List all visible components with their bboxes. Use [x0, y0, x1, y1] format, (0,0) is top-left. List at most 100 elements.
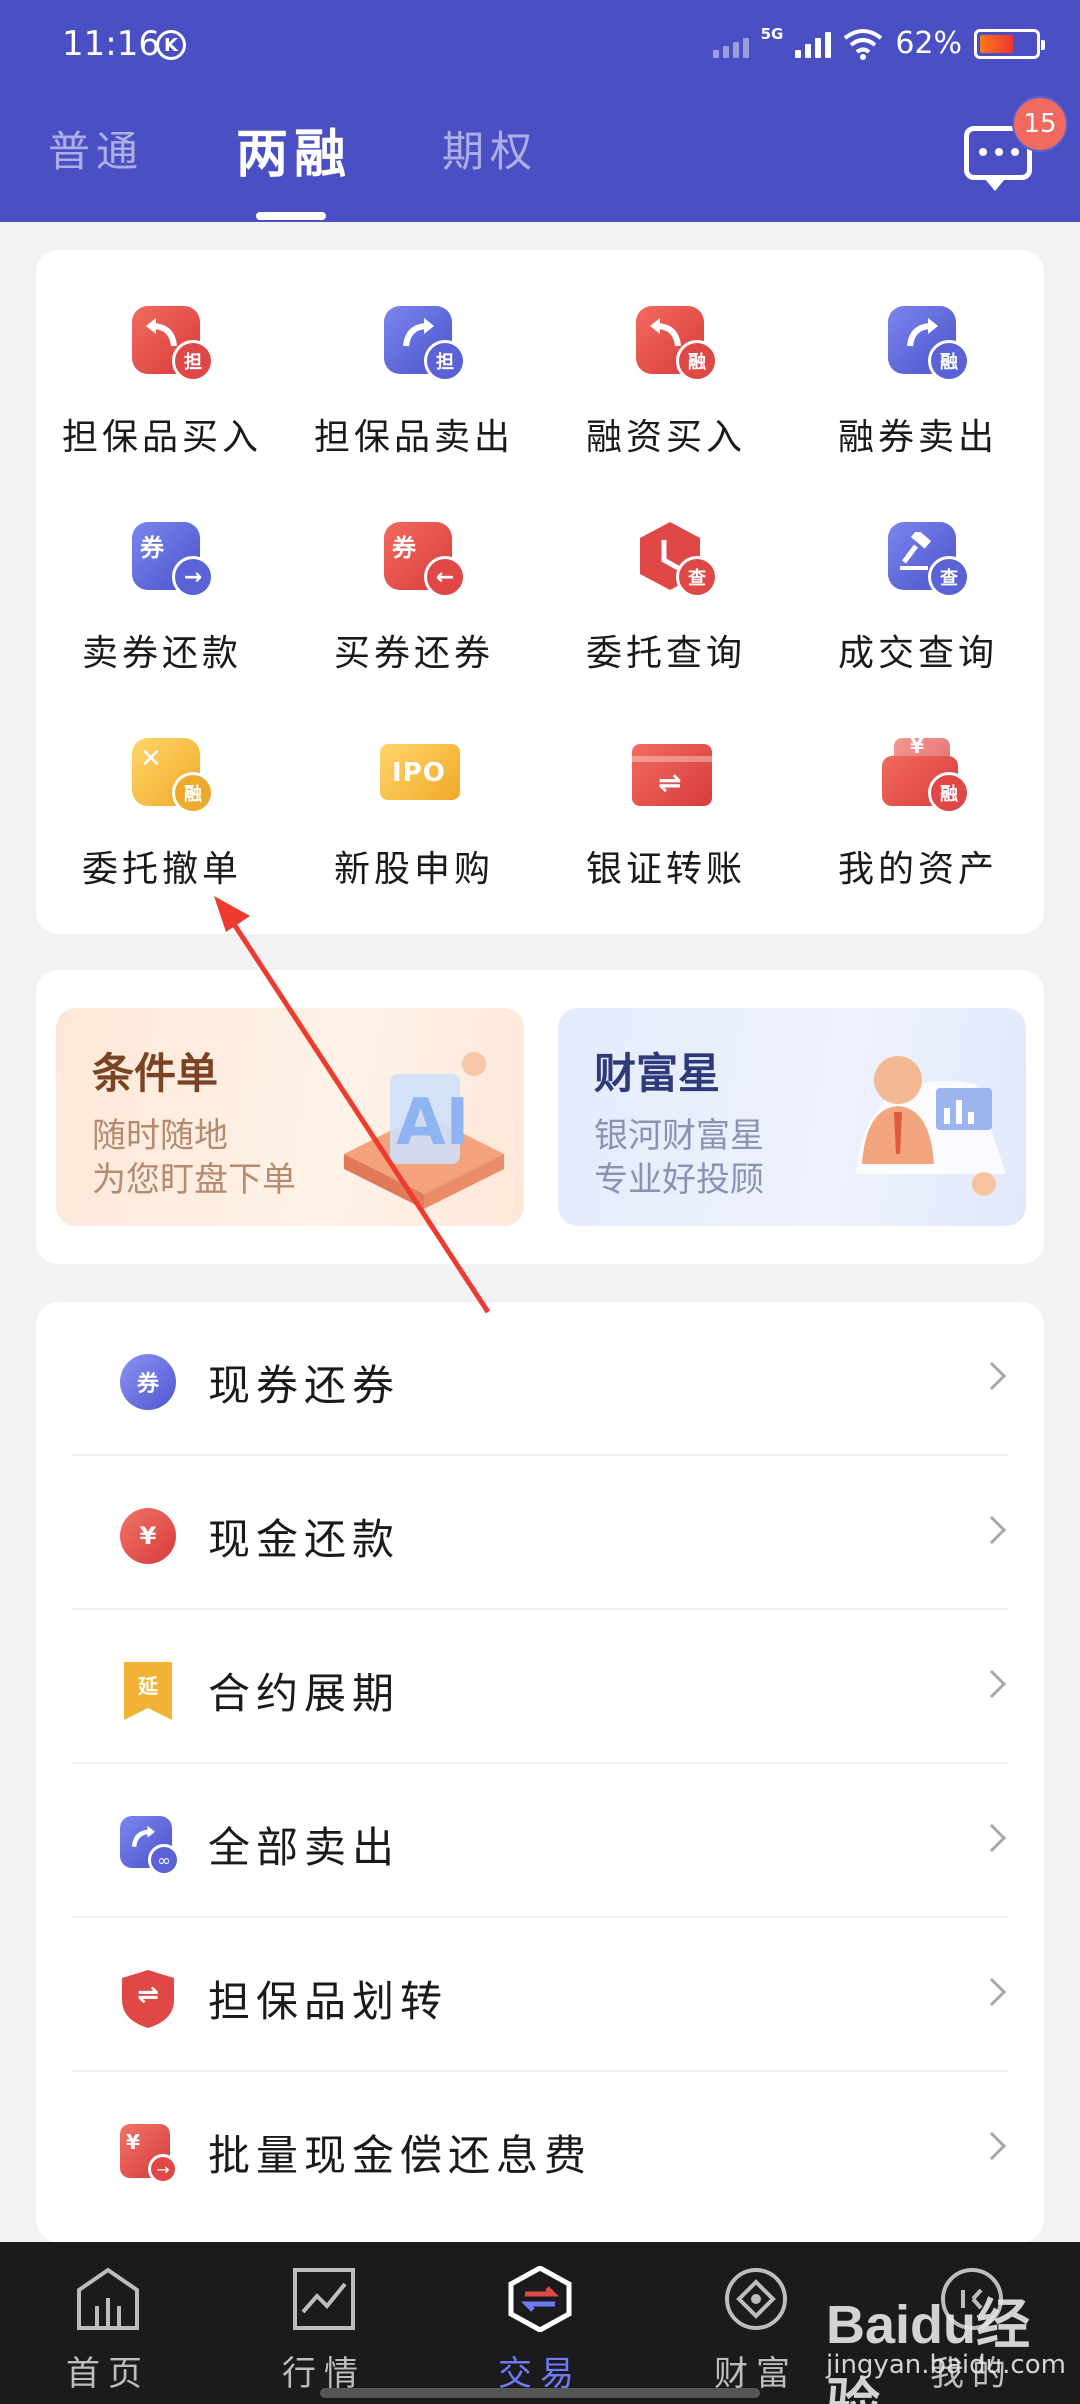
- chevron-right-icon: [977, 1361, 1007, 1391]
- banner-title: 财富星: [594, 1049, 721, 1098]
- watermark-logo: Baidu经验: [826, 2295, 1031, 2404]
- shield-transfer-icon: ⇌: [120, 1970, 176, 2028]
- home-icon: [77, 2267, 139, 2330]
- chart-icon: [293, 2268, 355, 2330]
- list-label: 现金还款: [208, 1515, 401, 1564]
- grid-label: 融券卖出: [837, 417, 998, 458]
- grid-item-collateral-buy[interactable]: 担 担保品买入: [36, 250, 288, 458]
- list-item-cash-repay[interactable]: ¥ 现金还款: [72, 1456, 1008, 1610]
- battery-percent: 62%: [895, 26, 962, 61]
- grid-label: 担保品买入: [61, 417, 262, 458]
- app-header: 11:16 K 5G 62% 普通 两融 期权 15: [0, 0, 1080, 222]
- message-count-badge: 15: [1012, 96, 1068, 152]
- coupon-return-icon: 券: [120, 1354, 176, 1410]
- list-item-return-securities[interactable]: 券 现券还券: [72, 1302, 1008, 1456]
- ipo-icon: IPO: [380, 738, 460, 806]
- message-icon: [979, 148, 1019, 156]
- chevron-right-icon: [977, 1669, 1007, 1699]
- grid-label: 卖券还款: [81, 633, 242, 674]
- list-item-batch-interest-repay[interactable]: ¥ → 批量现金偿还息费: [72, 2072, 1008, 2226]
- grid-item-my-assets[interactable]: ¥ 融 我的资产: [792, 682, 1044, 890]
- advisor-illustration: [856, 1056, 1006, 1196]
- status-time: 11:16: [62, 24, 160, 64]
- signal-sim2-icon: [712, 30, 749, 58]
- network-type: 5G: [760, 24, 784, 43]
- clock-icon: 查: [636, 522, 718, 598]
- signal-icon: [795, 30, 832, 58]
- function-grid: 担 担保品买入 担 担保品卖出 融 融资买入 融 融券卖出 券 → 卖券还款 券…: [36, 250, 1044, 934]
- grid-label: 银证转账: [585, 849, 746, 890]
- chevron-right-icon: [977, 1823, 1007, 1853]
- extend-icon: 延: [120, 1662, 176, 1720]
- banner-subtitle: 专业好投顾: [594, 1160, 764, 1200]
- watermark-site: jingyan.baidu.com: [826, 2350, 1066, 2380]
- grid-item-deal-query[interactable]: 查 成交查询: [792, 466, 1044, 674]
- list-item-contract-extend[interactable]: 延 合约展期: [72, 1610, 1008, 1764]
- cash-return-icon: ¥: [120, 1508, 176, 1564]
- tab-normal[interactable]: 普通: [48, 118, 144, 179]
- list-label: 合约展期: [208, 1669, 401, 1718]
- wifi-icon: [844, 28, 883, 60]
- sell-all-icon: ∞: [120, 1816, 180, 1876]
- grid-label: 我的资产: [837, 849, 998, 890]
- grid-item-margin-buy[interactable]: 融 融资买入: [540, 250, 792, 458]
- grid-label: 新股申购: [333, 849, 494, 890]
- chevron-right-icon: [977, 2131, 1007, 2161]
- chevron-right-icon: [977, 1977, 1007, 2007]
- function-list: 券 现券还券 ¥ 现金还款 延 合约展期 ∞ 全部卖出 ⇌ 担保品划转 ¥ → …: [36, 1302, 1044, 2242]
- grid-item-cancel-order[interactable]: ✕ 融 委托撤单: [36, 682, 288, 890]
- k-badge-icon: K: [156, 30, 186, 60]
- nav-label: 首页: [66, 2354, 150, 2394]
- sell-arrow-icon: 融: [888, 306, 970, 382]
- status-bar: 11:16 K 5G 62%: [0, 0, 1080, 90]
- grid-label: 担保品卖出: [313, 417, 514, 458]
- banner-wealth-star[interactable]: 财富星 银河财富星 专业好投顾: [558, 1008, 1026, 1226]
- top-tabs: 普通 两融 期权: [0, 118, 1080, 220]
- nav-trade[interactable]: 交易: [432, 2242, 648, 2404]
- grid-item-order-query[interactable]: 查 委托查询: [540, 466, 792, 674]
- grid-item-short-sell[interactable]: 融 融券卖出: [792, 250, 1044, 458]
- nav-home[interactable]: 首页: [0, 2242, 216, 2404]
- grid-item-bank-transfer[interactable]: ⇌ 银证转账: [540, 682, 792, 890]
- grid-item-buy-return[interactable]: 券 ← 买券还券: [288, 466, 540, 674]
- svg-text:AI: AI: [396, 1086, 469, 1160]
- list-item-collateral-transfer[interactable]: ⇌ 担保品划转: [72, 1918, 1008, 2072]
- cancel-icon: ✕ 融: [132, 738, 214, 814]
- banner-conditional-order[interactable]: 条件单 随时随地 为您盯盘下单 AI: [56, 1008, 524, 1226]
- wealth-icon: [725, 2268, 787, 2330]
- banner-title: 条件单: [92, 1049, 219, 1098]
- grid-item-collateral-sell[interactable]: 担 担保品卖出: [288, 250, 540, 458]
- coupon-icon: 券 →: [132, 522, 214, 598]
- batch-repay-icon: ¥ →: [120, 2124, 178, 2184]
- home-indicator: [320, 2388, 760, 2398]
- status-indicators: 5G 62%: [712, 24, 1045, 61]
- grid-label: 委托撤单: [81, 849, 242, 890]
- banner-subtitle: 银河财富星: [594, 1116, 764, 1156]
- list-item-sell-all[interactable]: ∞ 全部卖出: [72, 1764, 1008, 1918]
- tab-indicator: [256, 212, 326, 220]
- buy-arrow-icon: 担: [132, 306, 214, 382]
- sell-arrow-icon: 担: [384, 306, 466, 382]
- grid-label: 买券还券: [333, 633, 494, 674]
- trade-icon: [508, 2266, 572, 2332]
- grid-label: 融资买入: [585, 417, 746, 458]
- list-label: 现券还券: [208, 1361, 401, 1410]
- coupon-icon: 券 ←: [384, 522, 466, 598]
- list-label: 全部卖出: [208, 1823, 401, 1872]
- tab-margin[interactable]: 两融: [236, 112, 352, 187]
- banner-subtitle: 随时随地: [92, 1116, 228, 1156]
- list-label: 担保品划转: [208, 1977, 449, 2026]
- banner-subtitle: 为您盯盘下单: [92, 1160, 296, 1200]
- transfer-card-icon: ⇌: [632, 738, 712, 806]
- baidu-jingyan-watermark: Baidu经验 jingyan.baidu.com: [826, 2280, 1080, 2404]
- tab-options[interactable]: 期权: [442, 118, 538, 179]
- hammer-icon: 查: [888, 522, 970, 598]
- grid-item-sell-repay[interactable]: 券 → 卖券还款: [36, 466, 288, 674]
- battery-icon: [974, 28, 1045, 59]
- grid-label: 委托查询: [585, 633, 746, 674]
- wallet-icon: ¥ 融: [882, 734, 970, 814]
- chevron-right-icon: [977, 1515, 1007, 1545]
- ai-box-illustration: AI: [344, 1052, 504, 1209]
- nav-market[interactable]: 行情: [216, 2242, 432, 2404]
- grid-item-ipo[interactable]: IPO 新股申购: [288, 682, 540, 890]
